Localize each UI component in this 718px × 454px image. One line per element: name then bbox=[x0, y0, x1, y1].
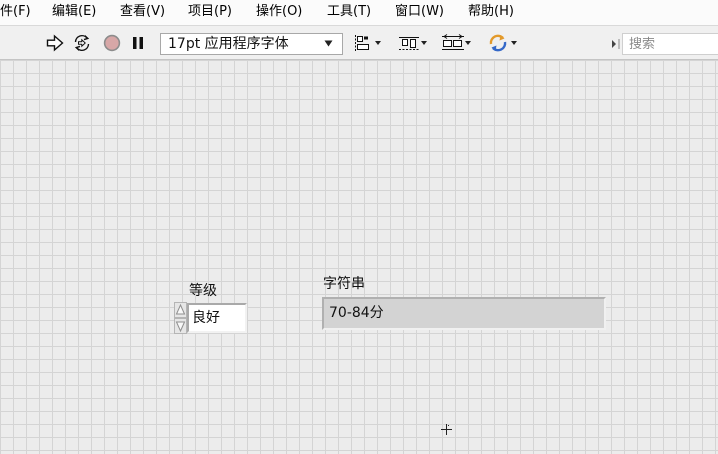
menu-edit[interactable]: 编辑(E) bbox=[52, 4, 96, 20]
menu-window[interactable]: 窗口(W) bbox=[395, 4, 444, 20]
abort-execution-icon[interactable] bbox=[103, 34, 121, 52]
menu-project[interactable]: 项目(P) bbox=[188, 4, 232, 20]
string-indicator: 70-84分 bbox=[322, 297, 606, 330]
string-indicator-value: 70-84分 bbox=[329, 305, 384, 321]
front-panel: 等级 良好 字符串 70-84分 bbox=[0, 60, 718, 454]
font-select-label: 17pt 应用程序字体 bbox=[168, 36, 289, 52]
menu-operate[interactable]: 操作(O) bbox=[256, 4, 302, 20]
grade-enum-value: 良好 bbox=[192, 310, 220, 326]
run-continuously-icon[interactable] bbox=[72, 33, 92, 53]
grade-enum-label: 等级 bbox=[189, 283, 217, 299]
chevron-down-icon bbox=[324, 40, 333, 47]
menu-view[interactable]: 查看(V) bbox=[120, 4, 165, 20]
search-input[interactable] bbox=[622, 33, 718, 55]
search-options-icon[interactable] bbox=[611, 39, 621, 49]
menu-help[interactable]: 帮助(H) bbox=[468, 4, 514, 20]
toolbar: 17pt 应用程序字体 bbox=[0, 25, 718, 60]
menu-file[interactable]: 件(F) bbox=[0, 4, 31, 20]
grade-enum[interactable]: 良好 bbox=[187, 303, 247, 333]
pause-icon[interactable] bbox=[131, 35, 145, 51]
distribute-objects-icon[interactable] bbox=[397, 33, 429, 53]
run-arrow-icon[interactable] bbox=[46, 34, 64, 52]
increment-decrement-icon[interactable] bbox=[174, 302, 187, 334]
reorder-objects-icon[interactable] bbox=[487, 33, 519, 53]
align-objects-icon[interactable] bbox=[352, 33, 384, 53]
string-indicator-label: 字符串 bbox=[323, 276, 365, 292]
menu-bar: 件(F) 编辑(E) 查看(V) 项目(P) 操作(O) 工具(T) 窗口(W)… bbox=[0, 0, 718, 25]
font-select[interactable]: 17pt 应用程序字体 bbox=[160, 33, 343, 55]
menu-tools[interactable]: 工具(T) bbox=[327, 4, 371, 20]
crosshair-cursor-icon bbox=[440, 423, 453, 436]
resize-objects-icon[interactable] bbox=[440, 33, 472, 53]
